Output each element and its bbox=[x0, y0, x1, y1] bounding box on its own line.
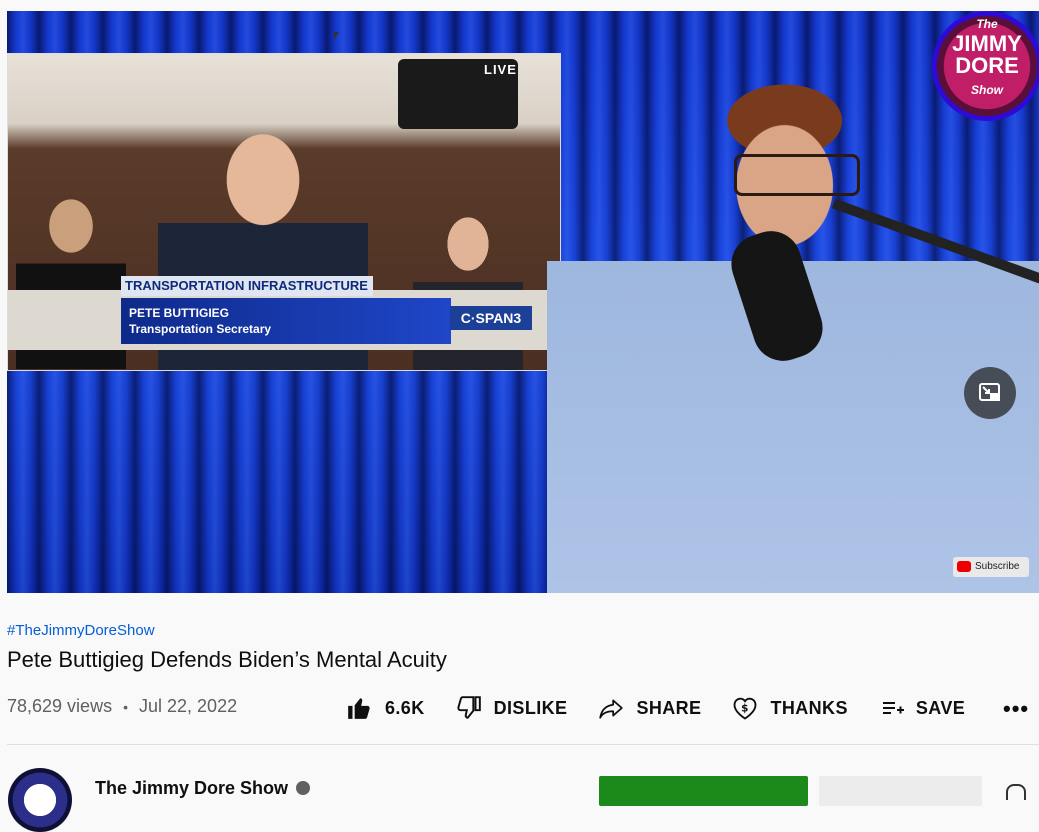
more-actions-button[interactable]: ••• bbox=[1003, 696, 1029, 722]
thanks-label: THANKS bbox=[770, 697, 848, 718]
subscribe-watermark-label: Subscribe bbox=[975, 561, 1020, 572]
channel-logo-watermark: The JIMMY DORE Show bbox=[932, 11, 1039, 121]
view-count: 78,629 views bbox=[7, 696, 113, 716]
lower-third-name: PETE BUTTIGIEG bbox=[129, 306, 230, 320]
host-glasses bbox=[734, 154, 860, 196]
lower-third-topic: TRANSPORTATION INFRASTRUCTURE bbox=[121, 276, 373, 296]
save-button[interactable]: SAVE bbox=[878, 696, 965, 720]
mouse-cursor bbox=[334, 32, 339, 40]
action-bar: 6.6K DISLIKE SHARE $ THANKS SAVE bbox=[345, 690, 965, 726]
section-divider bbox=[7, 744, 1039, 745]
cspan-inset-video: LIVE TRANSPORTATION INFRASTRUCTURE PETE … bbox=[7, 53, 561, 371]
lower-third-role: Transportation Secretary bbox=[129, 322, 272, 336]
channel-avatar[interactable] bbox=[8, 768, 72, 832]
thumbs-up-icon bbox=[348, 698, 370, 719]
miniplayer-icon bbox=[979, 383, 1000, 401]
miniplayer-button[interactable] bbox=[964, 367, 1016, 419]
logo-line-2: JIMMY DORE bbox=[952, 31, 1022, 78]
video-title: Pete Buttigieg Defends Biden’s Mental Ac… bbox=[7, 647, 447, 672]
like-button[interactable]: 6.6K bbox=[345, 695, 425, 721]
thumbs-down-icon bbox=[456, 696, 481, 719]
dislike-label: DISLIKE bbox=[493, 697, 568, 718]
share-label: SHARE bbox=[636, 697, 702, 718]
video-player[interactable]: LIVE TRANSPORTATION INFRASTRUCTURE PETE … bbox=[7, 11, 1039, 593]
share-button[interactable]: SHARE bbox=[596, 695, 701, 721]
playlist-add-icon bbox=[882, 702, 904, 714]
logo-line-3: Show bbox=[971, 83, 1003, 97]
live-label: LIVE bbox=[484, 62, 517, 77]
heart-dollar-icon: $ bbox=[734, 697, 757, 720]
hashtag-link[interactable]: #TheJimmyDoreShow bbox=[7, 622, 155, 639]
notification-bell-icon[interactable] bbox=[1006, 784, 1026, 800]
verified-check-icon bbox=[296, 781, 310, 795]
upload-date: Jul 22, 2022 bbox=[139, 696, 238, 716]
video-meta: 78,629 views • Jul 22, 2022 bbox=[7, 696, 237, 717]
cspan-network-bug: C·SPAN3 bbox=[450, 306, 532, 330]
lower-third-banner: PETE BUTTIGIEG Transportation Secretary bbox=[121, 298, 451, 344]
thanks-button[interactable]: $ THANKS bbox=[730, 694, 847, 722]
dislike-button[interactable]: DISLIKE bbox=[456, 695, 568, 721]
youtube-icon bbox=[957, 561, 971, 572]
meta-separator: • bbox=[123, 699, 128, 715]
subscribe-watermark-button[interactable]: Subscribe bbox=[953, 557, 1029, 577]
like-count: 6.6K bbox=[385, 697, 425, 718]
svg-text:$: $ bbox=[742, 703, 750, 715]
join-button[interactable] bbox=[599, 776, 808, 806]
subscribed-button[interactable] bbox=[819, 776, 982, 806]
logo-line-1: The bbox=[976, 17, 998, 31]
share-arrow-icon bbox=[599, 699, 624, 719]
save-label: SAVE bbox=[915, 697, 966, 718]
